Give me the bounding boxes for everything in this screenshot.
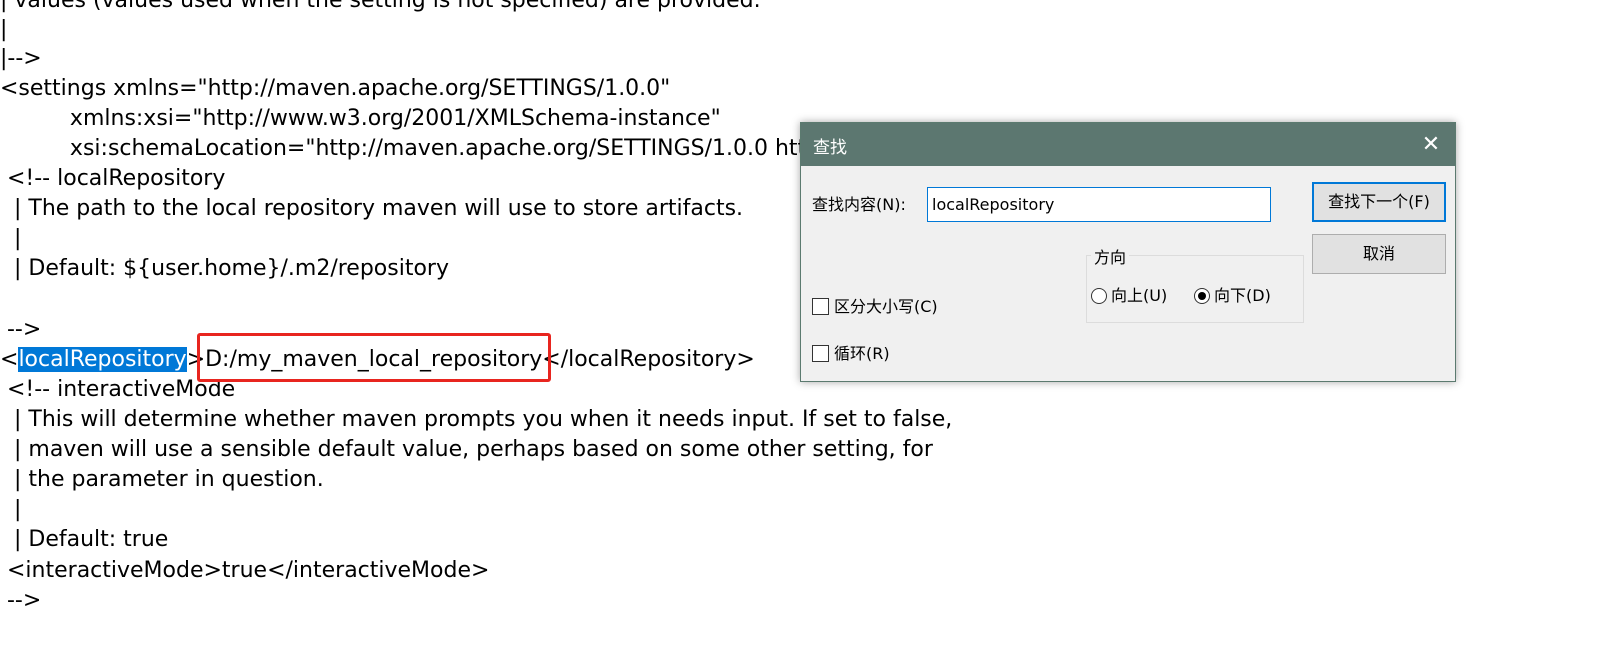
code-line: | [0, 17, 8, 42]
code-line: | The path to the local repository maven… [0, 196, 744, 221]
code-line: | the parameter in question. [0, 467, 324, 492]
direction-up-label: 向上(U) [1111, 286, 1168, 305]
tag-open-bracket: < [0, 347, 19, 372]
wrap-around-checkbox[interactable]: 循环(R) [812, 343, 890, 365]
close-icon[interactable]: ✕ [1407, 123, 1455, 166]
direction-down-label: 向下(D) [1214, 286, 1271, 305]
code-line: | [0, 226, 22, 251]
code-line: <!-- localRepository [0, 166, 226, 191]
code-line: | Default: ${user.home}/.m2/repository [0, 256, 449, 281]
cancel-button[interactable]: 取消 [1312, 234, 1446, 274]
code-line: | [0, 497, 22, 522]
dialog-title: 查找 [813, 138, 847, 158]
wrap-around-label: 循环(R) [834, 344, 890, 363]
radio-checked-icon [1194, 288, 1210, 304]
dialog-titlebar[interactable]: 查找 ✕ [801, 123, 1455, 166]
direction-down-radio[interactable]: 向下(D) [1194, 285, 1271, 307]
find-what-label: 查找内容(N): [812, 195, 906, 214]
find-next-button[interactable]: 查找下一个(F) [1312, 182, 1446, 222]
direction-up-radio[interactable]: 向上(U) [1091, 285, 1167, 307]
code-line: --> [0, 588, 42, 613]
radio-unchecked-icon [1091, 288, 1107, 304]
code-line: | maven will use a sensible default valu… [0, 437, 933, 462]
checkbox-unchecked-icon [812, 345, 829, 362]
code-line: <interactiveMode>true</interactiveMode> [0, 558, 490, 583]
find-what-input[interactable] [927, 187, 1271, 222]
code-line: |--> [0, 46, 42, 71]
checkbox-unchecked-icon [812, 298, 829, 315]
match-case-checkbox[interactable]: 区分大小写(C) [812, 296, 938, 318]
find-dialog: 查找 ✕ 查找内容(N): 查找下一个(F) 取消 方向 向上(U) 向下(D)… [800, 122, 1456, 382]
code-line: | values (values used when the setting i… [0, 0, 761, 13]
search-match-highlight: localRepository [18, 347, 187, 372]
code-line: | This will determine whether maven prom… [0, 407, 953, 432]
code-line: xsi:schemaLocation="http://maven.apache.… [0, 136, 807, 161]
match-case-label: 区分大小写(C) [834, 297, 938, 316]
annotation-red-box [197, 333, 551, 382]
code-line: <settings xmlns="http://maven.apache.org… [0, 76, 671, 101]
direction-label: 方向 [1091, 244, 1130, 268]
code-line: --> [0, 317, 42, 342]
code-line: | Default: true [0, 527, 169, 552]
code-line: xmlns:xsi="http://www.w3.org/2001/XMLSch… [0, 106, 721, 131]
